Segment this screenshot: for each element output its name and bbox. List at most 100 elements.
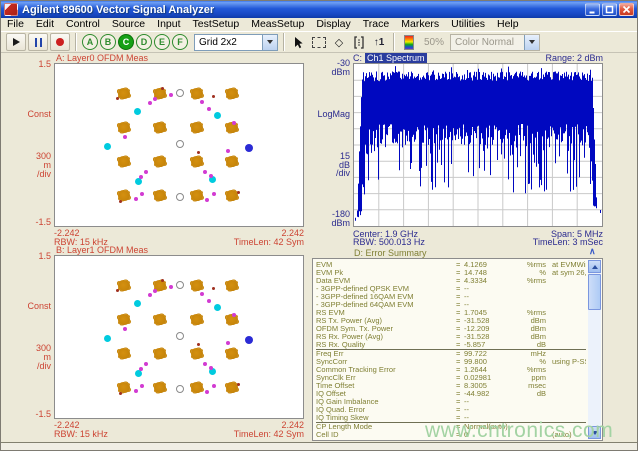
control-point — [245, 336, 253, 344]
panel-b-rbw: RBW: 15 kHz — [54, 430, 108, 439]
menu-item-source[interactable]: Source — [106, 18, 151, 31]
misc-dots-point — [212, 95, 215, 98]
menu-item-input[interactable]: Input — [151, 18, 186, 31]
pbch-magenta-point — [144, 170, 148, 174]
selected-trace-label: Ch1 Spectrum — [365, 53, 427, 63]
menu-item-utilities[interactable]: Utilities — [445, 18, 491, 31]
panel-c-scale-per-div: 15dB/div — [303, 152, 350, 178]
close-button[interactable] — [619, 3, 634, 16]
spectrum-plot[interactable] — [353, 63, 603, 227]
record-icon — [56, 38, 64, 46]
panel-b-title[interactable]: B: Layer1 OFDM Meas — [56, 246, 148, 255]
qam-symbol-cluster — [226, 280, 238, 291]
collapse-chevron-icon[interactable]: ∧ — [589, 247, 596, 256]
qam-symbol-cluster — [226, 156, 238, 167]
pbch-magenta-point — [123, 327, 127, 331]
scrollbar-thumb[interactable] — [588, 274, 601, 310]
trace-button-c[interactable]: C — [118, 34, 134, 50]
pause-icon — [35, 38, 42, 47]
misc-dots-point — [116, 289, 119, 292]
trace-button-f[interactable]: F — [172, 34, 188, 50]
panel-c-title[interactable]: C:Ch1 Spectrum — [353, 54, 427, 63]
misc-dots-point — [237, 191, 240, 194]
sync-qpsk-point — [135, 178, 142, 185]
chevron-down-icon[interactable] — [262, 35, 277, 50]
panel-a-title[interactable]: A: Layer0 OFDM Meas — [56, 54, 148, 63]
trace-button-d[interactable]: D — [136, 34, 152, 50]
qam-symbol-cluster — [118, 88, 130, 99]
window-bottom-edge — [1, 442, 637, 451]
band-marker-icon[interactable] — [350, 33, 368, 51]
panel-a-y-top: 1.5 — [3, 60, 51, 69]
trace-button-group: ABCDEF — [82, 34, 188, 50]
grid-layout-dropdown[interactable]: Grid 2x2 — [194, 34, 278, 51]
sync-qpsk-point — [134, 300, 141, 307]
trace-button-a[interactable]: A — [82, 34, 98, 50]
pause-button[interactable] — [28, 33, 48, 51]
scroll-up-button[interactable] — [588, 260, 601, 273]
menu-item-trace[interactable]: Trace — [357, 18, 395, 31]
pbch-magenta-point — [140, 384, 144, 388]
menu-item-control[interactable]: Control — [60, 18, 106, 31]
menu-item-markers[interactable]: Markers — [395, 18, 445, 31]
panel-c-y-bottom: -180dBm — [303, 210, 350, 227]
close-icon — [622, 5, 631, 14]
title-bar[interactable]: Agilent 89600 Vector Signal Analyzer — [1, 1, 637, 18]
minimize-icon — [588, 5, 597, 14]
qam-symbol-cluster — [118, 348, 130, 359]
error-summary-row: Data EVM=4.3334%rms — [316, 277, 586, 285]
selection-rectangle-icon — [312, 37, 326, 48]
panel-b-y-top: 1.5 — [3, 252, 51, 261]
panel-d-title[interactable]: D: Error Summary — [354, 249, 427, 258]
misc-dots-point — [197, 343, 200, 346]
trace-button-e[interactable]: E — [154, 34, 170, 50]
pbch-magenta-point — [134, 197, 138, 201]
pointer-tool-icon[interactable] — [290, 33, 308, 51]
panel-c-rbw: RBW: 500.013 Hz — [353, 238, 425, 247]
play-button[interactable] — [6, 33, 26, 51]
sync-qpsk-point — [104, 335, 111, 342]
marker-to-peak-icon[interactable]: ↑1 — [370, 33, 388, 51]
toolbar-separator — [75, 33, 77, 51]
pbch-magenta-point — [140, 192, 144, 196]
menu-item-edit[interactable]: Edit — [30, 18, 60, 31]
qam-symbol-cluster — [191, 190, 203, 201]
trace-button-b[interactable]: B — [100, 34, 116, 50]
color-mode-dropdown: Color Normal — [450, 34, 540, 51]
menu-item-file[interactable]: File — [1, 18, 30, 31]
constellation-a[interactable] — [54, 63, 304, 227]
grid-layout-value: Grid 2x2 — [195, 37, 262, 48]
misc-dots-point — [237, 383, 240, 386]
minimize-button[interactable] — [585, 3, 600, 16]
record-button[interactable] — [50, 33, 70, 51]
colorbar-icon[interactable] — [400, 33, 418, 51]
menu-item-help[interactable]: Help — [491, 18, 525, 31]
panel-b-y-format: Const — [3, 302, 51, 311]
zoom-select-tool-icon[interactable] — [310, 33, 328, 51]
pilot-reference-point — [176, 193, 184, 201]
panel-a-scale-per-div: 300m/div — [3, 152, 51, 179]
qam-symbol-cluster — [118, 122, 130, 133]
qam-symbol-cluster — [191, 280, 203, 291]
marker-diamond-icon[interactable]: ◇ — [330, 33, 348, 51]
pbch-magenta-point — [200, 292, 204, 296]
maximize-button[interactable] — [602, 3, 617, 16]
pbch-magenta-point — [139, 367, 143, 371]
menu-item-testsetup[interactable]: TestSetup — [187, 18, 246, 31]
misc-dots-point — [197, 151, 200, 154]
misc-dots-point — [161, 279, 164, 282]
pbch-magenta-point — [205, 198, 209, 202]
panel-b-y-bottom: -1.5 — [3, 410, 51, 419]
qam-symbol-cluster — [226, 190, 238, 201]
menu-item-display[interactable]: Display — [310, 18, 356, 31]
menu-item-meassetup[interactable]: MeasSetup — [245, 18, 310, 31]
panel-c-range: Range: 2 dBm — [481, 54, 603, 63]
toolbar-separator — [283, 33, 285, 51]
maximize-icon — [605, 5, 614, 14]
error-summary-scrollbar[interactable] — [588, 260, 601, 439]
error-summary-panel[interactable]: EVM=4.1269%rmsat EVMWindow CenterEVM Pk=… — [312, 258, 603, 441]
constellation-b[interactable] — [54, 255, 304, 419]
pilot-reference-point — [176, 281, 184, 289]
measurement-grid: A: Layer0 OFDM Meas 1.5 Const 300m/div -… — [1, 53, 638, 442]
qam-symbol-cluster — [118, 314, 130, 325]
